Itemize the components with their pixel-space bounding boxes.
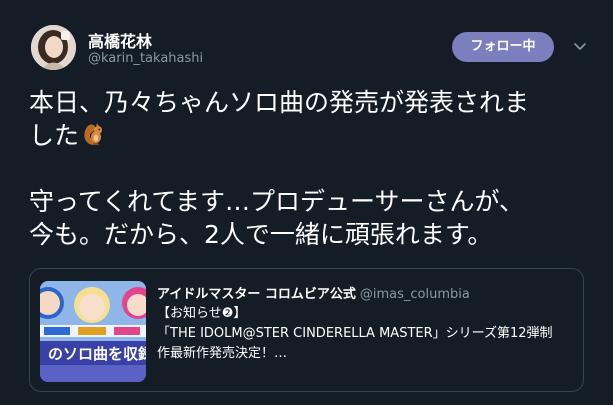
chevron-down-icon[interactable] (572, 38, 588, 54)
tweet: 高橋花林 @karin_takahashi フォロー中 本日、乃々ちゃんソロ曲の… (0, 0, 613, 405)
following-button[interactable]: フォロー中 (452, 32, 554, 62)
quoted-tweet-text: 【お知らせ❷】 「THE IDOLM@STER CINDERELLA MASTE… (157, 304, 577, 364)
tweet-line: 今も。だから、2人で一緒に頑張れます。 (29, 220, 493, 249)
chipmunk-emoji-icon (80, 120, 104, 148)
tweet-line-text: した (29, 121, 80, 150)
quoted-tweet-thumbnail: のソロ曲を収録 (40, 281, 146, 382)
tweet-line: 本日、乃々ちゃんソロ曲の発売が発表されま (29, 88, 530, 117)
quoted-tweet-card[interactable]: のソロ曲を収録 アイドルマスター コロムビア公式 @imas_columbia 【… (29, 268, 584, 392)
quoted-line: 「THE IDOLM@STER CINDERELLA MASTER」シリーズ第1… (157, 326, 553, 341)
quoted-handle: @imas_columbia (359, 287, 470, 302)
tweet-line: 守ってくれてます…プロデューサーさんが、 (29, 187, 525, 216)
tweet-line: した (29, 119, 589, 152)
tweet-text: 本日、乃々ちゃんソロ曲の発売が発表されま した 守ってくれてます…プロデューサー… (29, 86, 589, 251)
avatar[interactable] (31, 25, 76, 70)
thumbnail-caption: のソロ曲を収録 (48, 345, 146, 363)
quoted-display-name: アイドルマスター コロムビア公式 (157, 287, 356, 302)
quoted-line: 【お知らせ❷】 (157, 306, 247, 321)
user-handle[interactable]: @karin_takahashi (88, 51, 203, 66)
quoted-line: 作最新作発売決定！… (157, 346, 288, 361)
quoted-tweet-header: アイドルマスター コロムビア公式 @imas_columbia (157, 283, 470, 302)
display-name[interactable]: 高橋花林 (88, 28, 152, 52)
